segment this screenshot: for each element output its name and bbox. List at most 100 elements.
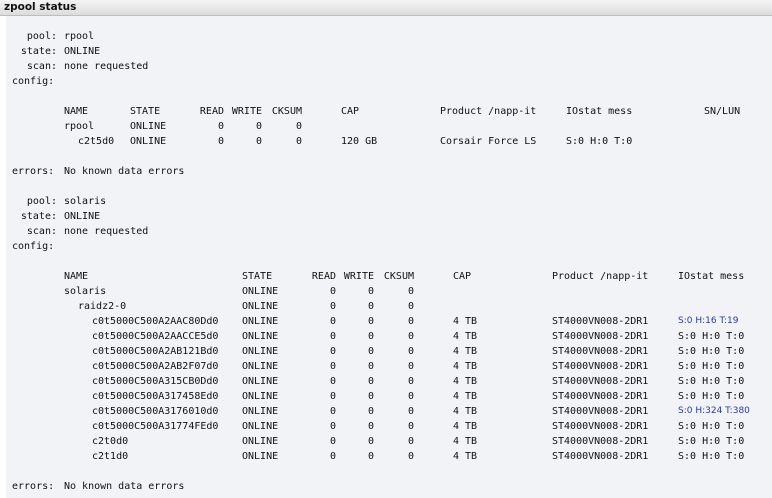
read-errors: 0 [329,436,336,447]
disk-capacity: 4 TB [453,361,478,372]
disk-product: ST4000VN008-2DR1 [552,346,649,357]
vdev-state: ONLINE [242,391,279,402]
read-errors: 0 [329,406,336,417]
disk-product: ST4000VN008-2DR1 [552,391,649,402]
pool2-scan: none requested [64,226,149,237]
pool1-name: rpool [64,31,95,42]
write-errors: 0 [367,436,374,447]
cksum-errors: 0 [407,286,414,297]
iostat-messages: S:0 H:0 T:0 [678,346,745,357]
col-name: NAME [64,106,89,117]
iostat-messages: S:0 H:0 T:0 [678,331,745,342]
cksum-errors: 0 [407,391,414,402]
vdev-state: ONLINE [242,331,279,342]
col-cap: CAP [453,271,472,282]
cksum-errors: 0 [407,361,414,372]
write-errors: 0 [367,391,374,402]
write-errors: 0 [367,421,374,432]
vdev-name: rpool [64,121,95,132]
disk-product: ST4000VN008-2DR1 [552,316,649,327]
pool2-errors: No known data errors [64,481,185,492]
vdev-name: c0t5000C500A2AB2F07d0 [92,361,219,372]
pool1-errors: No known data errors [64,166,185,177]
vdev-state: ONLINE [242,436,279,447]
col-cap: CAP [341,106,360,117]
disk-product: ST4000VN008-2DR1 [552,421,649,432]
disk-product: ST4000VN008-2DR1 [552,451,649,462]
disk-product: ST4000VN008-2DR1 [552,436,649,447]
cksum-errors: 0 [407,406,414,417]
state-label: state: [20,211,57,222]
vdev-state: ONLINE [242,406,279,417]
disk-capacity: 4 TB [453,406,478,417]
vdev-state: ONLINE [130,136,167,147]
pool1-state: ONLINE [64,46,101,57]
pool1-scan: none requested [64,61,149,72]
cksum-errors: 0 [407,301,414,312]
col-cksum: CKSUM [271,106,302,117]
vdev-name: c0t5000C500A31774FEd0 [92,421,219,432]
zpool-status-output: pool: rpool state: ONLINE scan: none req… [6,16,772,498]
vdev-state: ONLINE [242,376,279,387]
vdev-name: c0t5000C500A317458Ed0 [92,391,219,402]
vdev-state: ONLINE [130,121,167,132]
read-errors: 0 [329,331,336,342]
disk-capacity: 4 TB [453,451,478,462]
vdev-state: ONLINE [242,451,279,462]
pool-label: pool: [26,196,57,207]
window-title: zpool status [4,1,77,13]
disk-product: Corsair Force LS [440,136,537,147]
read-errors: 0 [329,286,336,297]
col-iostat: IOstat mess [678,271,745,282]
vdev-state: ONLINE [242,361,279,372]
vdev-name: c0t5000C500A2AB121Bd0 [92,346,219,357]
write-errors: 0 [367,406,374,417]
col-name: NAME [64,271,89,282]
col-sn-lun: SN/LUN [704,106,741,117]
title-bar: zpool status [0,0,772,16]
vdev-name: raidz2-0 [78,301,127,312]
col-product: Product /napp-it [552,271,649,282]
read-errors: 0 [329,451,336,462]
iostat-messages: S:0 H:0 T:0 [678,436,745,447]
cksum-errors: 0 [295,136,302,147]
col-cksum: CKSUM [383,271,414,282]
disk-capacity: 4 TB [453,376,478,387]
cksum-errors: 0 [407,436,414,447]
pool-label: pool: [26,31,57,42]
col-write: WRITE [343,271,374,282]
read-errors: 0 [329,361,336,372]
cksum-errors: 0 [407,331,414,342]
read-errors: 0 [329,301,336,312]
vdev-name: c0t5000C500A2AACCE5d0 [92,331,219,342]
vdev-name: c2t1d0 [92,451,129,462]
errors-label: errors: [12,481,55,492]
write-errors: 0 [367,301,374,312]
pool2-name: solaris [64,196,107,207]
read-errors: 0 [329,376,336,387]
read-errors: 0 [329,316,336,327]
disk-capacity: 4 TB [453,316,478,327]
iostat-messages: S:0 H:0 T:0 [678,361,745,372]
write-errors: 0 [367,376,374,387]
read-errors: 0 [329,391,336,402]
vdev-name: c0t5000C500A3176010d0 [92,406,219,417]
cksum-errors: 0 [407,421,414,432]
cksum-errors: 0 [407,376,414,387]
scan-label: scan: [26,61,57,72]
vdev-name: c2t0d0 [92,436,129,447]
pool2-state: ONLINE [64,211,101,222]
vdev-state: ONLINE [242,286,279,297]
disk-capacity: 4 TB [453,436,478,447]
write-errors: 0 [367,451,374,462]
write-errors: 0 [367,361,374,372]
read-errors: 0 [329,346,336,357]
vdev-name: solaris [64,286,107,297]
vdev-state: ONLINE [242,316,279,327]
write-errors: 0 [367,346,374,357]
disk-product: ST4000VN008-2DR1 [552,406,649,417]
config-label: config: [12,76,55,87]
iostat-messages: S:0 H:16 T:19 [678,316,739,326]
errors-label: errors: [12,166,55,177]
vdev-name: c0t5000C500A315CB0Dd0 [92,376,219,387]
